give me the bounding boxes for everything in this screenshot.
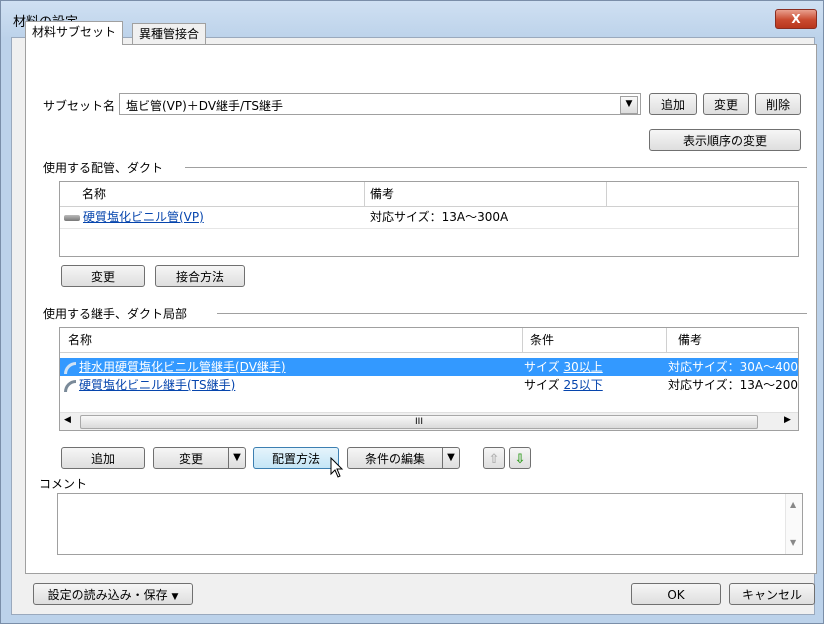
condition-value-link[interactable]: 25以下	[563, 378, 602, 392]
comment-scrollbar[interactable]: ▲ ▼	[785, 494, 802, 554]
horizontal-scrollbar[interactable]: ◀ III ▶	[60, 412, 798, 430]
fitting-add-button[interactable]: 追加	[61, 447, 145, 469]
load-save-settings-button[interactable]: 設定の読み込み・保存 ▼	[33, 583, 193, 605]
subset-name-select[interactable]: 塩ビ管(VP)＋DV継手/TS継手 ▼	[119, 93, 641, 115]
title-bar[interactable]: 材料の設定 X	[1, 1, 823, 37]
pipe-change-button[interactable]: 変更	[61, 265, 145, 287]
row-divider	[60, 228, 798, 229]
col-divider	[666, 328, 667, 352]
connection-method-button[interactable]: 接合方法	[155, 265, 245, 287]
fittings-table-header: 名称 条件 備考	[60, 328, 798, 353]
settings-dialog: 材料の設定 X 材料サブセット 異種管接合 サブセット名 塩ビ管(VP)＋DV継…	[0, 0, 824, 624]
chevron-down-icon: ▼	[233, 452, 241, 463]
fitting-note-cell: 対応サイズ：30A～400	[668, 360, 798, 374]
scroll-left-icon[interactable]: ◀	[64, 415, 71, 425]
condition-value-link[interactable]: 30以上	[563, 360, 602, 374]
scroll-down-icon[interactable]: ▼	[790, 538, 796, 547]
fittings-section-label: 使用する継手、ダクト局部	[43, 307, 188, 321]
condition-prefix: サイズ	[524, 360, 560, 374]
table-row[interactable]: 排水用硬質塩化ビニル管継手(DV継手) サイズ 30以上 対応サイズ：30A～4…	[60, 358, 798, 376]
arrow-up-icon: ⇧	[488, 452, 500, 467]
pipe-icon	[64, 214, 80, 221]
comment-label: コメント	[39, 477, 88, 491]
fittings-col-name[interactable]: 名称	[68, 330, 92, 350]
cancel-button[interactable]: キャンセル	[729, 583, 815, 605]
pipes-table-header: 名称 備考	[60, 182, 798, 207]
close-button[interactable]: X	[775, 9, 817, 29]
fitting-condition-cell: サイズ 30以上	[524, 357, 603, 377]
pipes-divider	[185, 167, 807, 168]
fittings-divider	[217, 313, 807, 314]
edit-condition-button[interactable]: 条件の編集	[347, 447, 443, 469]
pipes-col-note[interactable]: 備考	[370, 184, 394, 204]
edit-condition-dropdown[interactable]: ▼	[442, 447, 460, 469]
subset-name-value: 塩ビ管(VP)＋DV継手/TS継手	[126, 99, 284, 113]
pipes-col-name[interactable]: 名称	[82, 184, 106, 204]
tab-mixed-pipe-joint[interactable]: 異種管接合	[132, 23, 207, 44]
fittings-col-note[interactable]: 備考	[678, 330, 702, 350]
load-save-label: 設定の読み込み・保存	[47, 588, 168, 602]
move-up-button[interactable]: ⇧	[483, 447, 505, 469]
reorder-button[interactable]: 表示順序の変更	[649, 129, 801, 151]
pipe-note-cell: 対応サイズ：13A～300A	[370, 210, 509, 224]
comment-textarea[interactable]: ▲ ▼	[57, 493, 803, 555]
fitting-name-link[interactable]: 硬質塩化ビニル継手(TS継手)	[79, 378, 235, 392]
col-divider	[606, 182, 607, 206]
fitting-note-cell: 対応サイズ：13A～200	[668, 378, 798, 392]
fitting-icon	[64, 379, 76, 392]
pipe-name-cell: 硬質塩化ビニル管(VP)	[64, 207, 204, 227]
chevron-down-icon: ▼	[171, 592, 179, 602]
subset-add-button[interactable]: 追加	[649, 93, 697, 115]
fittings-col-condition[interactable]: 条件	[530, 330, 554, 350]
fitting-change-dropdown[interactable]: ▼	[228, 447, 246, 469]
subset-change-button[interactable]: 変更	[703, 93, 749, 115]
fitting-change-button[interactable]: 変更	[153, 447, 229, 469]
condition-prefix: サイズ	[524, 378, 560, 392]
placement-method-button[interactable]: 配置方法	[253, 447, 339, 469]
table-row[interactable]: 硬質塩化ビニル継手(TS継手) サイズ 25以下 対応サイズ：13A～200	[60, 376, 798, 394]
chevron-down-icon: ▼	[447, 452, 455, 463]
chevron-down-icon[interactable]: ▼	[620, 96, 638, 114]
fittings-table: 名称 条件 備考 排水用硬質塩化ビニル管継手(DV継手) サイズ 30以上 対応…	[59, 327, 799, 431]
ok-button[interactable]: OK	[631, 583, 721, 605]
pipe-name-link[interactable]: 硬質塩化ビニル管(VP)	[83, 210, 204, 224]
tab-material-subset[interactable]: 材料サブセット	[25, 21, 124, 45]
fitting-condition-cell: サイズ 25以下	[524, 375, 603, 395]
fitting-name-link[interactable]: 排水用硬質塩化ビニル管継手(DV継手)	[79, 360, 286, 374]
cursor-pointer-icon	[330, 457, 344, 478]
scroll-right-icon[interactable]: ▶	[784, 415, 791, 425]
col-divider	[364, 182, 365, 206]
subset-delete-button[interactable]: 削除	[755, 93, 801, 115]
arrow-down-icon: ⇩	[514, 452, 526, 467]
col-divider	[522, 328, 523, 352]
scrollbar-thumb[interactable]: III	[80, 415, 758, 429]
fitting-name-cell: 排水用硬質塩化ビニル管継手(DV継手)	[64, 357, 520, 377]
pipes-table: 名称 備考 硬質塩化ビニル管(VP) 対応サイズ：13A～300A	[59, 181, 799, 257]
pipes-section-label: 使用する配管、ダクト	[43, 161, 164, 175]
subset-name-label: サブセット名	[43, 99, 116, 113]
scroll-up-icon[interactable]: ▲	[790, 500, 796, 509]
fitting-name-cell: 硬質塩化ビニル継手(TS継手)	[64, 375, 520, 395]
table-row[interactable]: 硬質塩化ビニル管(VP) 対応サイズ：13A～300A	[60, 207, 798, 227]
move-down-button[interactable]: ⇩	[509, 447, 531, 469]
fitting-icon	[64, 361, 76, 374]
